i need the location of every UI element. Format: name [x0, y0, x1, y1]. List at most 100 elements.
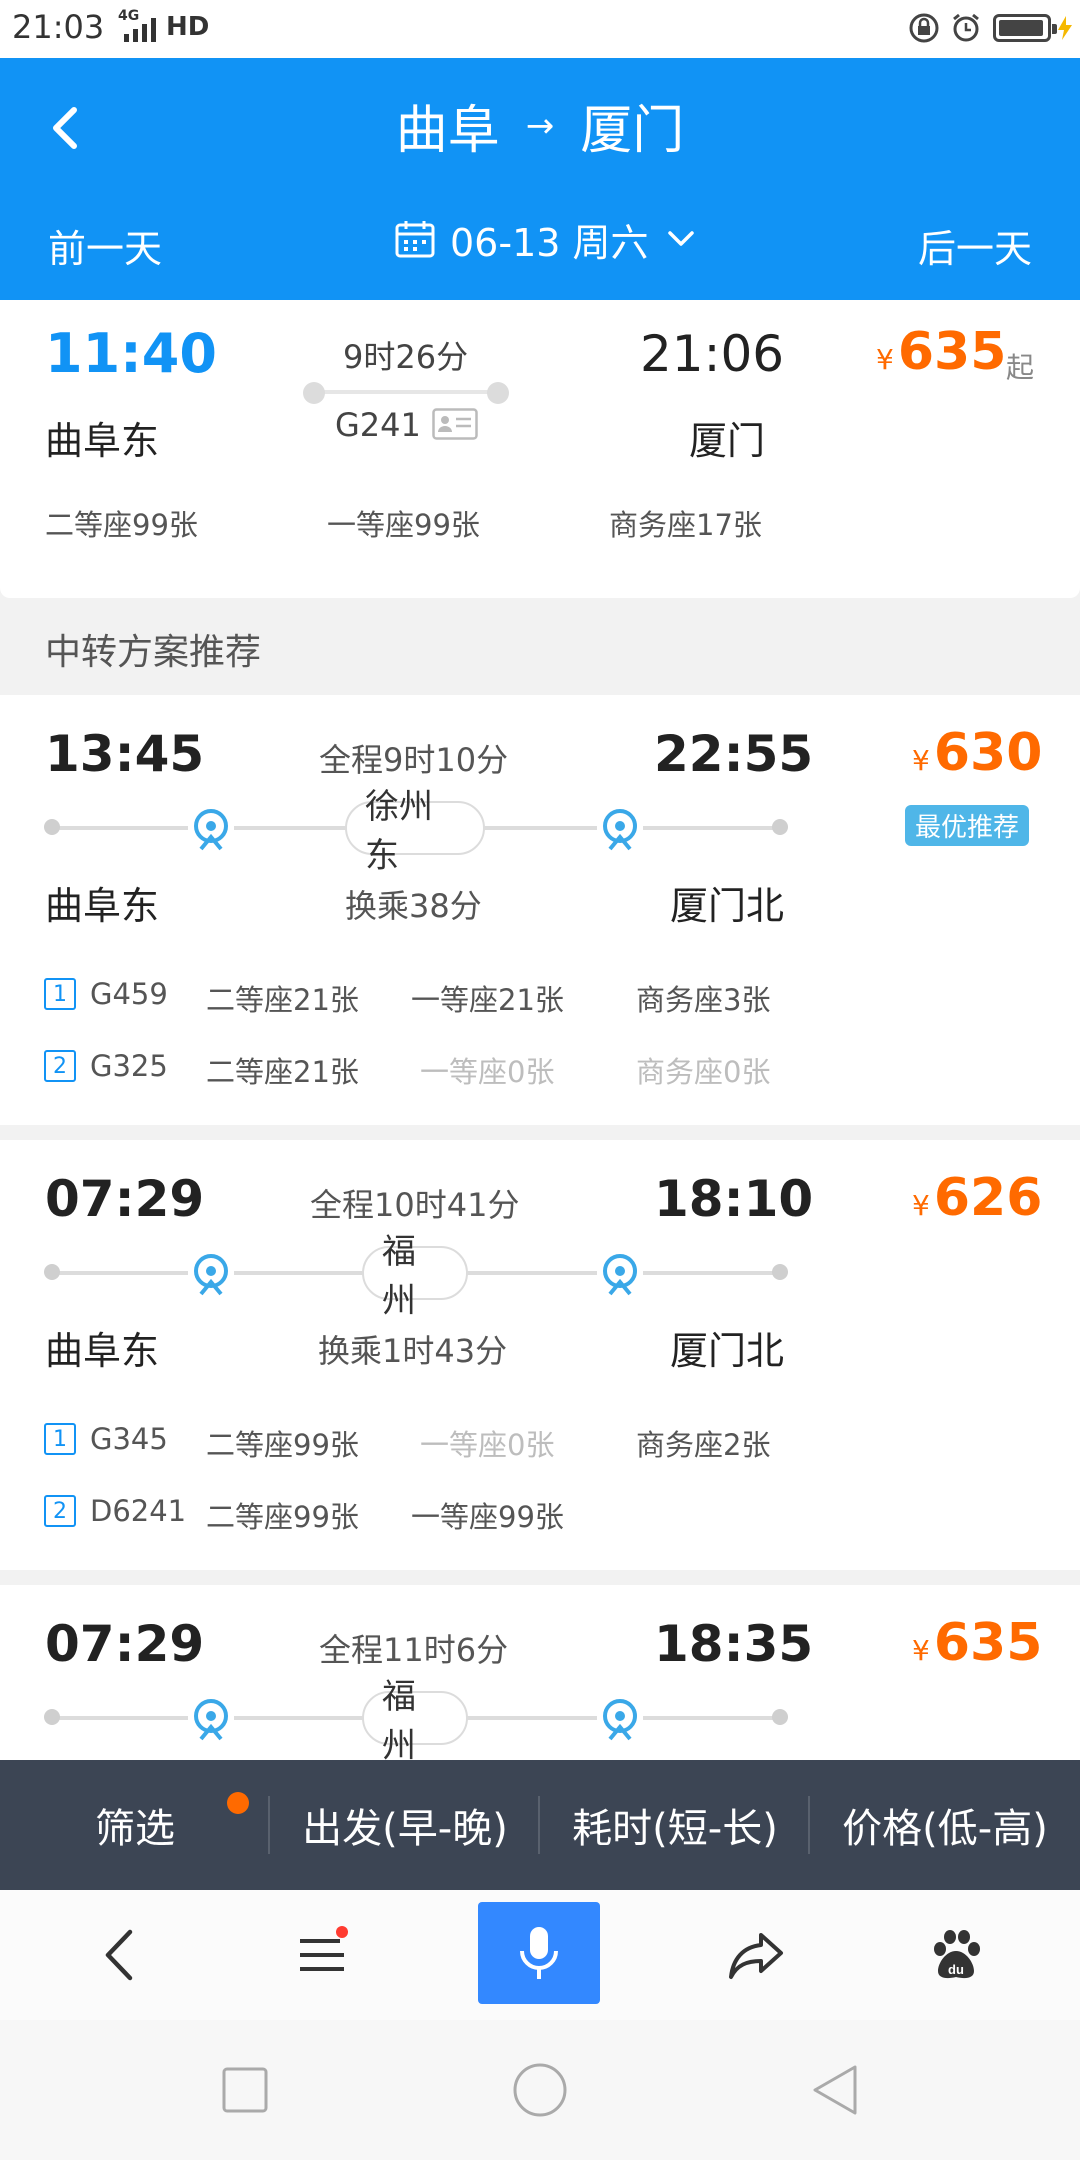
system-back-button[interactable]: [795, 2050, 875, 2130]
total-duration: 全程10时41分: [310, 1186, 520, 1224]
price-suffix: 起: [1006, 351, 1035, 384]
route-arrow: →: [525, 105, 555, 146]
browser-back-button[interactable]: [70, 1890, 170, 2020]
transfer-price: ¥630: [912, 723, 1042, 783]
depart-time: 13:45: [45, 725, 205, 783]
arrive-time: 22:55: [654, 725, 814, 783]
system-navigation-bar: [0, 2020, 1080, 2160]
arrive-time: 18:35: [654, 1615, 814, 1673]
sort-depart-button[interactable]: 出发(早-晚): [270, 1760, 540, 1890]
seat-business-class: 商务座2张: [636, 1428, 771, 1462]
train-station-icon: [597, 1250, 643, 1296]
leg-train-number: G459: [90, 977, 168, 1011]
to-station: 厦门: [689, 419, 766, 463]
sort-filter-bar: 筛选 出发(早-晚) 耗时(短-长) 价格(低-高): [0, 1760, 1080, 1890]
seat-first-class: 一等座99张: [327, 508, 480, 542]
currency-symbol: ¥: [912, 1634, 930, 1667]
hd-indicator: HD: [166, 12, 210, 42]
arrive-time: 21:06: [640, 325, 785, 383]
route-start-dot: [44, 819, 60, 835]
seat-first-class: 一等座0张: [420, 1428, 555, 1462]
menu-icon: [300, 1939, 344, 1971]
app-header: 曲阜 → 厦门 前一天 06-13 周六 后一天: [0, 58, 1080, 300]
home-button[interactable]: [500, 2050, 580, 2130]
direct-train-card[interactable]: 11:40 9时26分 21:06 ¥635 起 曲阜东 G241 厦门 二等座…: [0, 300, 1080, 598]
filter-active-dot: [227, 1792, 249, 1814]
transfer-card[interactable]: 13:45 全程9时10分 22:55 ¥630 最优推荐 徐州东 曲阜东 换乘…: [0, 695, 1080, 1125]
price-value: 630: [933, 723, 1043, 783]
leg-number: 1: [44, 978, 76, 1010]
selected-date: 06-13 周六: [450, 220, 649, 265]
share-button[interactable]: [706, 1890, 806, 2020]
train-station-icon: [597, 805, 643, 851]
best-recommend-badge: 最优推荐: [905, 805, 1030, 846]
prev-day-button[interactable]: 前一天: [48, 218, 162, 273]
route-end-dot: [772, 1264, 788, 1280]
share-icon: [729, 1933, 783, 1979]
train-number: G241: [335, 406, 421, 444]
seat-first-class: 一等座99张: [411, 1500, 564, 1534]
leg-number: 2: [44, 1495, 76, 1527]
leg-train-number: D6241: [90, 1494, 187, 1528]
browser-menu-button[interactable]: [272, 1890, 372, 2020]
seat-business-class: 商务座17张: [609, 508, 762, 542]
transfer-station-pill: 福州: [362, 1232, 468, 1321]
depart-time: 07:29: [45, 1615, 205, 1673]
from-station: 曲阜东: [45, 419, 160, 463]
leg-number: 1: [44, 1423, 76, 1455]
filter-button[interactable]: 筛选: [0, 1760, 270, 1890]
baidu-home-button[interactable]: du: [906, 1890, 1006, 2020]
transfer-card[interactable]: 07:29 全程11时6分 18:35 ¥635 福州: [0, 1585, 1080, 1766]
status-bar: 21:03 4G HD: [0, 0, 1080, 58]
chevron-down-icon: [667, 231, 694, 246]
train-station-icon: [188, 805, 234, 851]
route-end-dot: [772, 1709, 788, 1725]
route-title: 曲阜 → 厦门: [0, 88, 1080, 163]
train-station-icon: [188, 1695, 234, 1741]
price-value: 635: [897, 322, 1007, 382]
seat-second-class: 二等座21张: [206, 983, 359, 1017]
to-station: 厦门北: [670, 884, 785, 928]
calendar-icon: [395, 221, 435, 258]
charging-icon: [1058, 16, 1072, 40]
transfer-price: ¥635: [912, 1613, 1042, 1673]
route-start-dot: [44, 1264, 60, 1280]
status-time: 21:03: [12, 8, 105, 46]
depart-time: 07:29: [45, 1170, 205, 1228]
train-station-icon: [597, 1695, 643, 1741]
seat-second-class: 二等座21张: [206, 1055, 359, 1089]
arrive-time: 18:10: [654, 1170, 814, 1228]
rotation-lock-icon: [909, 13, 939, 43]
route-end-dot: [487, 382, 509, 404]
train-station-icon: [188, 1250, 234, 1296]
seat-business-class: 商务座3张: [636, 983, 771, 1017]
transfer-price: ¥626: [912, 1168, 1042, 1228]
battery-icon: [993, 14, 1057, 42]
date-picker[interactable]: 06-13 周六: [394, 214, 709, 265]
route-start-dot: [44, 1709, 60, 1725]
microphone-icon: [520, 1927, 558, 1979]
price-value: 635: [933, 1613, 1043, 1673]
section-title: 中转方案推荐: [45, 632, 262, 673]
currency-symbol: ¥: [876, 343, 894, 376]
recent-apps-icon: [222, 2067, 268, 2113]
voice-search-button[interactable]: [478, 1902, 600, 2004]
sort-price-button[interactable]: 价格(低-高): [810, 1760, 1080, 1890]
transfer-card[interactable]: 07:29 全程10时41分 18:10 ¥626 福州 曲阜东 换乘1时43分…: [0, 1140, 1080, 1570]
sort-duration-button[interactable]: 耗时(短-长): [540, 1760, 810, 1890]
leg-train-number: G325: [90, 1049, 168, 1083]
currency-symbol: ¥: [912, 744, 930, 777]
transfer-time: 换乘38分: [345, 887, 482, 925]
baidu-paw-icon: du: [934, 1930, 980, 1979]
next-day-button[interactable]: 后一天: [918, 218, 1032, 273]
notification-dot: [336, 1926, 348, 1938]
home-icon: [513, 2063, 567, 2117]
transfer-station-pill: 徐州东: [345, 787, 485, 876]
recent-apps-button[interactable]: [205, 2050, 285, 2130]
leg-train-number: G345: [90, 1422, 168, 1456]
route-start-dot: [303, 382, 325, 404]
transfer-station-pill: 福州: [362, 1677, 468, 1766]
to-city: 厦门: [580, 101, 685, 161]
price-value: 626: [933, 1168, 1043, 1228]
route-end-dot: [772, 819, 788, 835]
